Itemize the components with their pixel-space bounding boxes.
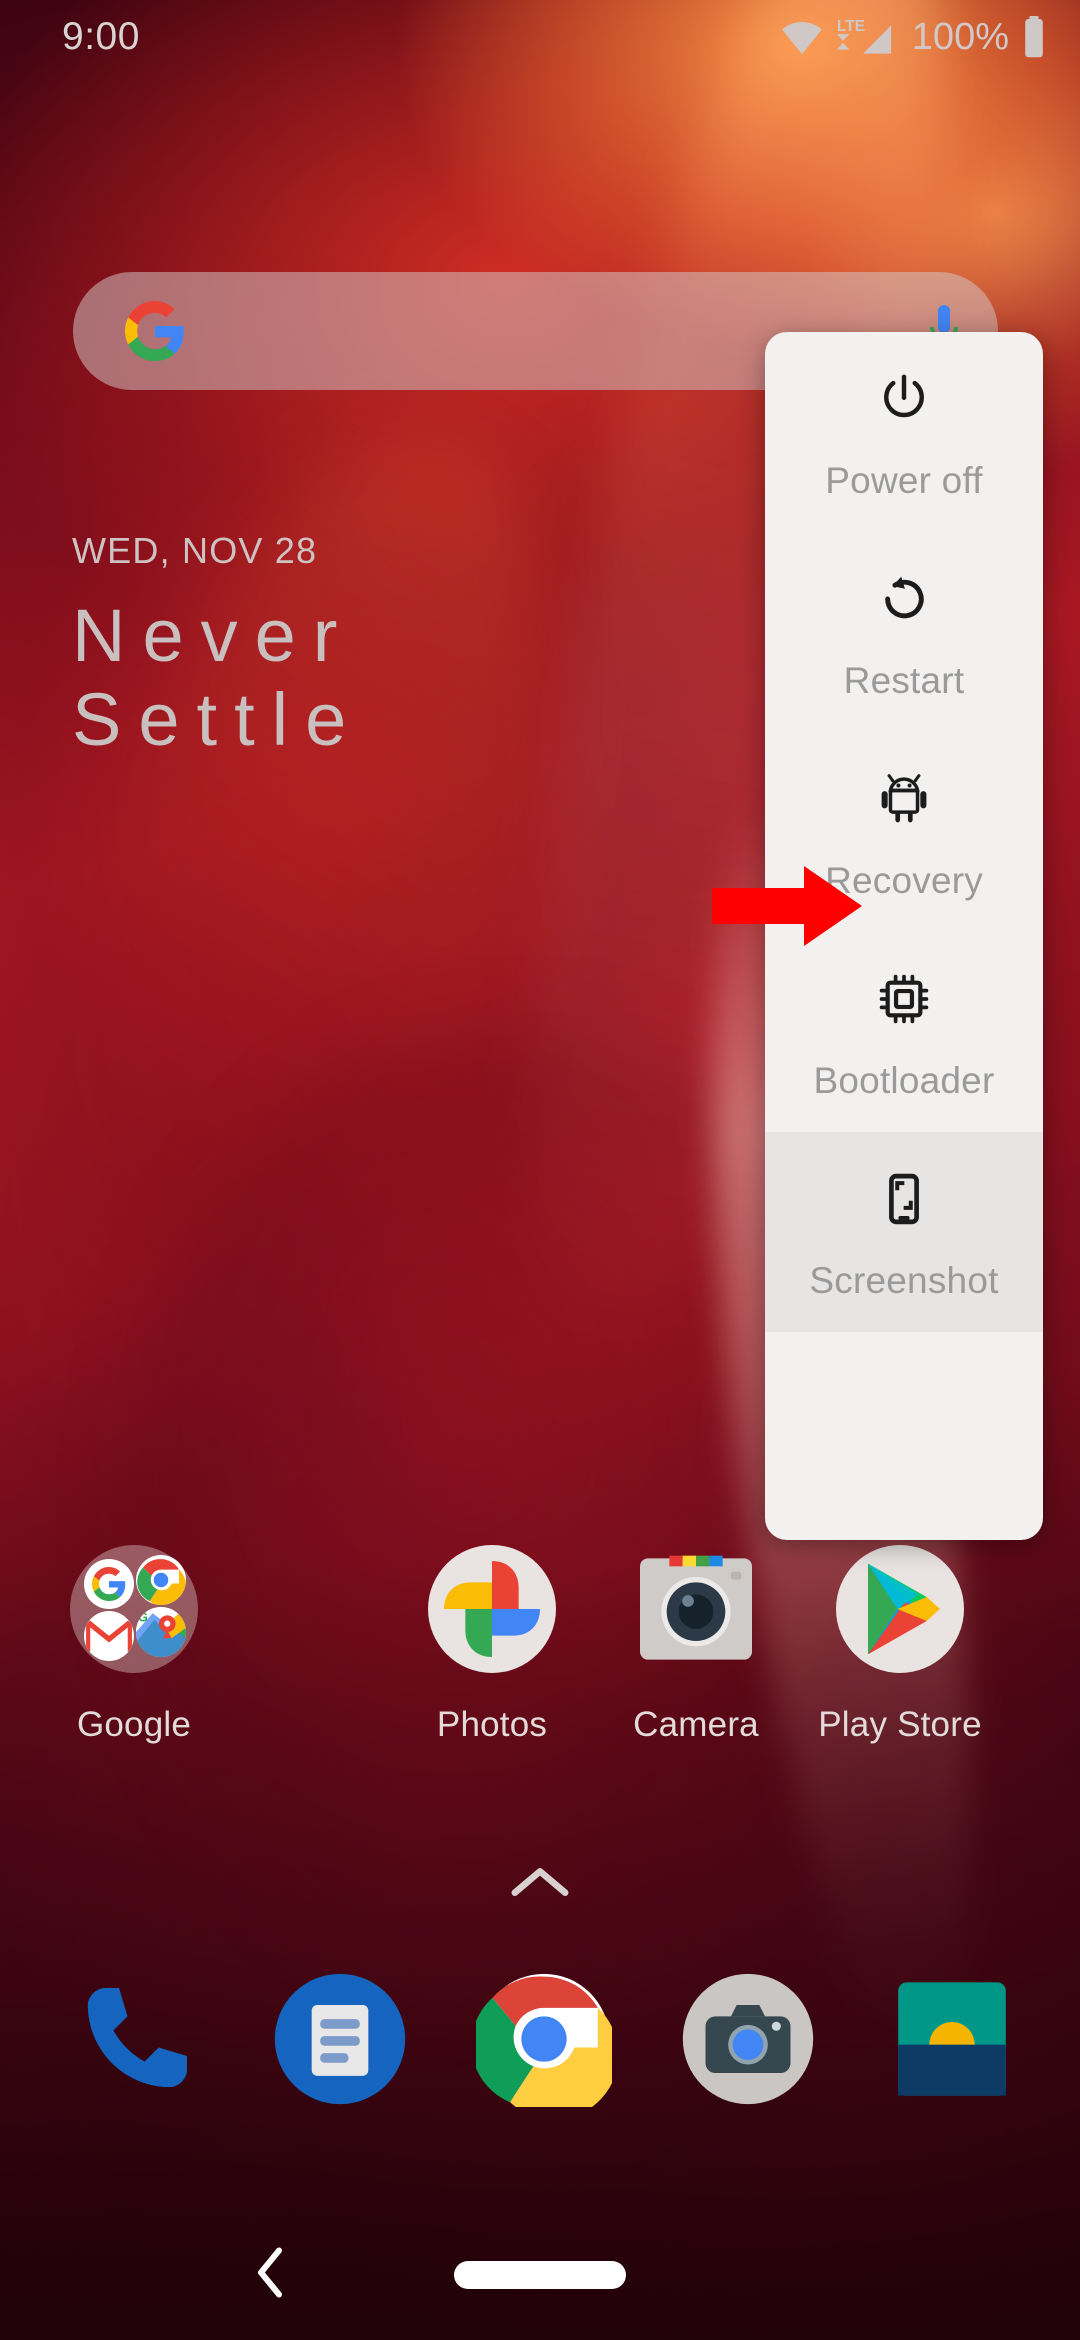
battery-icon — [1025, 16, 1043, 58]
app-photos[interactable]: Photos — [392, 1545, 592, 1745]
date-quote-widget[interactable]: WED, NOV 28 Never Settle — [72, 530, 363, 761]
power-menu-item-label: Restart — [843, 660, 965, 701]
restart-icon — [876, 566, 932, 632]
dock-messages[interactable] — [272, 1971, 408, 2107]
status-clock: 9:00 — [62, 15, 140, 58]
power-menu-item-power-off[interactable]: Power off — [765, 332, 1043, 532]
app-label: Photos — [436, 1705, 548, 1744]
navigation-bar — [0, 2210, 1080, 2340]
battery-percent-label: 100% — [911, 15, 1009, 58]
dock-gallery[interactable] — [884, 1971, 1020, 2107]
app-label: Play Store — [818, 1705, 982, 1744]
lte-signal-icon: LTE — [836, 18, 891, 54]
android-robot-icon — [876, 766, 932, 832]
power-menu-item-label: Power off — [825, 460, 983, 501]
gmail-mini-icon — [84, 1611, 134, 1661]
back-chevron-icon[interactable] — [253, 2245, 289, 2306]
dock — [0, 1955, 1080, 2130]
status-icon-group: LTE 100% — [780, 15, 1046, 59]
dock-phone[interactable] — [68, 1971, 204, 2107]
dock-camera[interactable] — [680, 1971, 816, 2107]
app-play-store[interactable]: Play Store — [800, 1545, 1000, 1745]
widget-quote-line1: Never — [72, 594, 355, 677]
app-google-folder[interactable]: G Google — [34, 1545, 234, 1745]
power-menu-item-label: Screenshot — [809, 1260, 999, 1301]
google-folder-icon: G — [70, 1545, 198, 1673]
wifi-icon — [781, 22, 822, 55]
google-g-logo — [125, 301, 184, 361]
widget-date-label: WED, NOV 28 — [72, 530, 318, 571]
screenshot-phone-icon — [876, 1166, 932, 1232]
google-photos-icon — [428, 1545, 556, 1673]
power-menu-item-restart[interactable]: Restart — [765, 532, 1043, 732]
power-menu-item-bootloader[interactable]: Bootloader — [765, 932, 1043, 1132]
power-menu-item-label: Bootloader — [813, 1060, 995, 1101]
app-label: Camera — [633, 1705, 759, 1744]
cpu-chip-icon — [876, 966, 932, 1032]
svg-text:LTE: LTE — [837, 18, 865, 35]
status-bar: 9:00 LTE 100% — [0, 0, 1080, 74]
chrome-mini-icon — [136, 1555, 186, 1605]
dock-chrome[interactable] — [471, 1971, 619, 2120]
home-pill-icon[interactable] — [454, 2261, 626, 2289]
maps-mini-icon: G — [136, 1607, 186, 1657]
widget-quote-line2: Settle — [72, 677, 364, 761]
chevron-up-icon[interactable] — [509, 1863, 571, 1908]
app-camera[interactable]: Camera — [596, 1545, 796, 1745]
app-label: Google — [76, 1705, 192, 1744]
power-icon — [876, 366, 932, 432]
home-app-row: G Google Photos Camera Play Store — [0, 1545, 1080, 1795]
play-store-icon — [836, 1545, 964, 1673]
camera-app-icon — [632, 1545, 760, 1673]
annotation-red-arrow — [712, 862, 864, 955]
power-menu-item-screenshot[interactable]: Screenshot — [765, 1132, 1043, 1332]
